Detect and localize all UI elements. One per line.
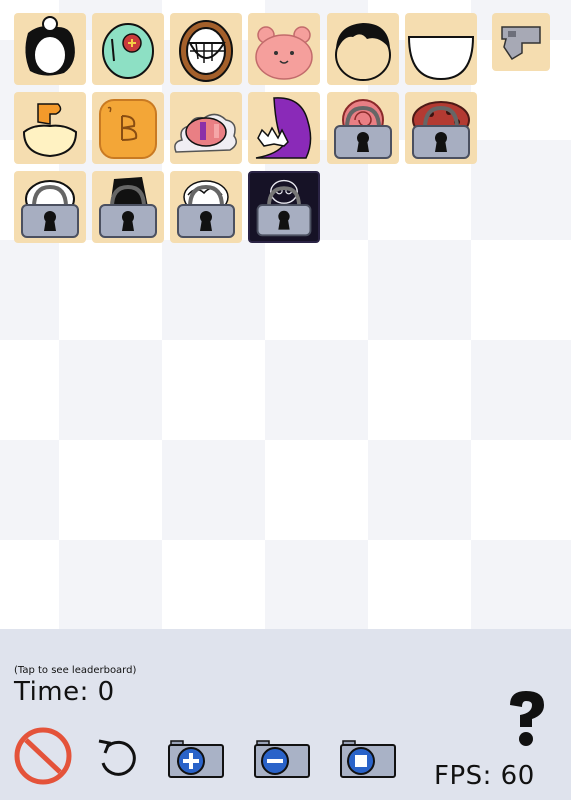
- character-orange-b-block[interactable]: [92, 92, 164, 164]
- black-white-face-icon: [25, 16, 75, 76]
- character-black-hair-face[interactable]: [327, 13, 399, 85]
- character-red-pattern-locked[interactable]: [405, 92, 477, 164]
- leaderboard-hint[interactable]: (Tap to see leaderboard): [14, 665, 136, 676]
- character-pink-eye-cloud[interactable]: [170, 92, 242, 164]
- black-creature-lock-icon: [99, 177, 157, 238]
- white-curly-lock-icon: [177, 180, 235, 238]
- pink-bear-icon: [255, 26, 313, 80]
- orange-b-block-icon: [99, 99, 157, 159]
- no-entry-icon: [14, 727, 72, 785]
- character-gray-gun[interactable]: [492, 13, 550, 71]
- camera-plus-icon: [168, 740, 224, 778]
- purple-sharp-mouth-icon: [255, 97, 312, 159]
- white-round-lock-icon: [21, 180, 79, 238]
- character-palette: [0, 0, 571, 250]
- question-mark-icon: [510, 691, 544, 746]
- stop-button[interactable]: [14, 727, 72, 785]
- character-teal-cross-eye[interactable]: [92, 13, 164, 85]
- character-dark-ghost-locked[interactable]: [248, 171, 320, 243]
- reset-button[interactable]: [93, 733, 141, 781]
- character-white-blob[interactable]: [405, 13, 477, 85]
- character-black-white-face[interactable]: [14, 13, 86, 85]
- camera-minus-icon: [254, 740, 310, 778]
- character-wide-smile-frame[interactable]: [170, 13, 242, 85]
- dark-ghost-lock-icon: [256, 179, 312, 237]
- camera-stop-icon: [340, 740, 396, 778]
- red-pattern-lock-icon: [412, 101, 470, 159]
- camera-stop-button[interactable]: [339, 733, 397, 779]
- pink-eye-cloud-icon: [174, 113, 237, 153]
- white-blob-icon: [407, 36, 475, 81]
- cream-blob-orange-hat-icon: [22, 103, 78, 158]
- black-hair-face-icon: [335, 23, 391, 81]
- control-panel: (Tap to see leaderboard) Time: 0 FPS: 60: [0, 629, 571, 800]
- fps-counter: FPS: 60: [434, 761, 535, 791]
- character-white-round-locked[interactable]: [14, 171, 86, 243]
- character-white-curly-locked[interactable]: [170, 171, 242, 243]
- pink-spiral-lock-icon: [334, 99, 392, 159]
- teal-cross-eye-icon: [102, 23, 154, 79]
- wide-smile-frame-icon: [179, 20, 233, 82]
- camera-add-button[interactable]: [167, 733, 225, 779]
- time-display[interactable]: Time: 0: [14, 677, 115, 707]
- character-cream-blob-orange-hat[interactable]: [14, 92, 86, 164]
- help-button[interactable]: [502, 687, 550, 749]
- gray-gun-icon: [501, 26, 541, 61]
- reload-icon: [98, 739, 136, 776]
- character-purple-sharp-mouth[interactable]: [248, 92, 320, 164]
- character-pink-bear[interactable]: [248, 13, 320, 85]
- camera-remove-button[interactable]: [253, 733, 311, 779]
- character-black-creature-locked[interactable]: [92, 171, 164, 243]
- character-pink-spiral-locked[interactable]: [327, 92, 399, 164]
